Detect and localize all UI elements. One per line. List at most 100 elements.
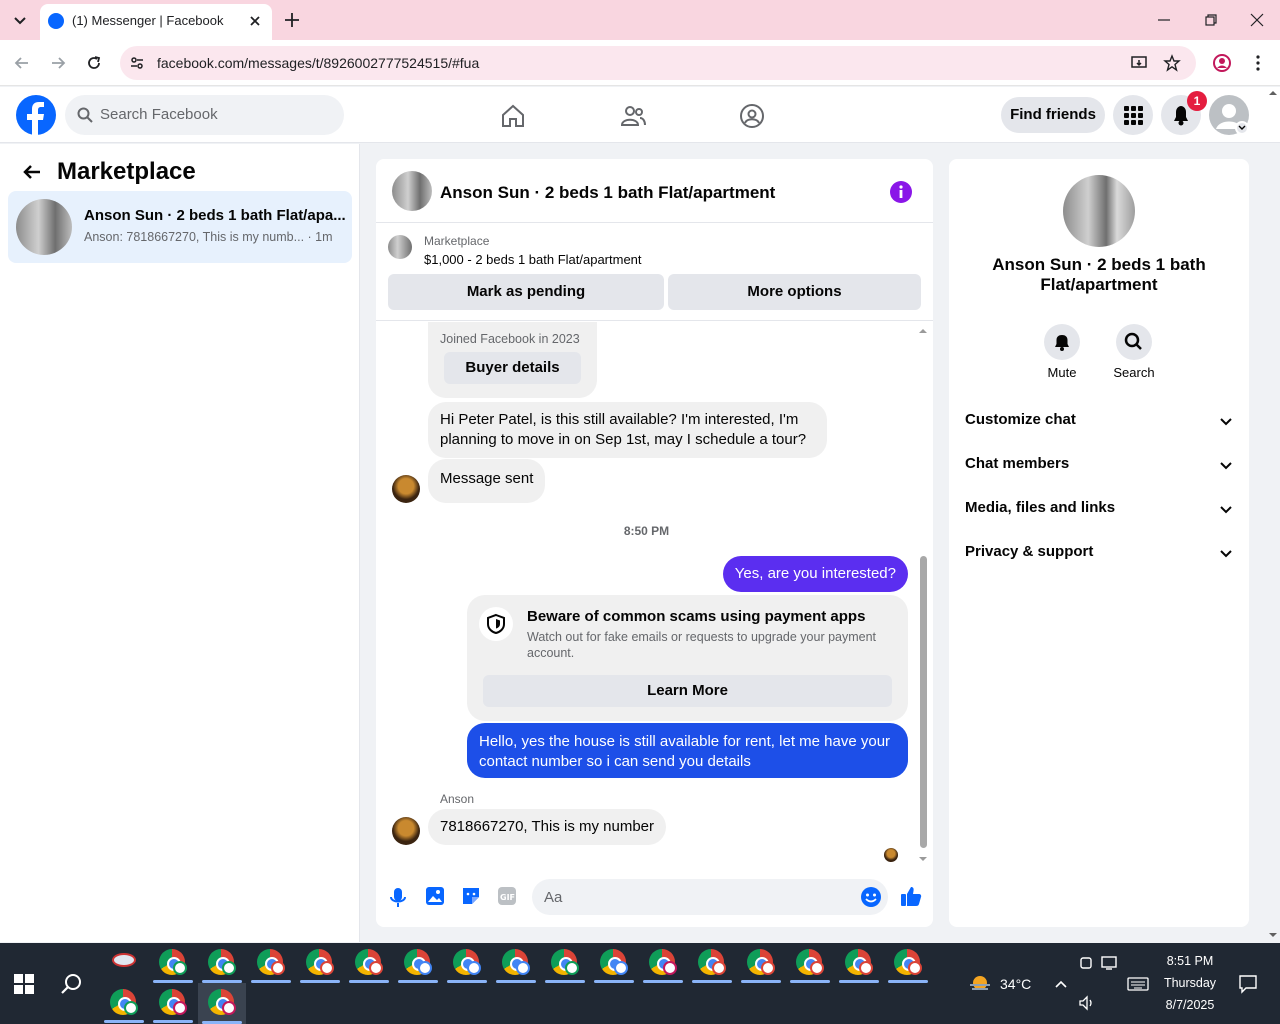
chat-members-section[interactable]: Chat members: [965, 455, 1233, 479]
customize-chat-section[interactable]: Customize chat: [965, 411, 1233, 435]
thumbs-up-icon[interactable]: [900, 885, 922, 907]
tab-search-chevron-icon[interactable]: [8, 8, 32, 32]
microphone-icon[interactable]: [388, 885, 408, 909]
message-bubble[interactable]: 7818667270, This is my number: [428, 809, 667, 845]
chrome-taskbar-icon[interactable]: [837, 945, 881, 983]
chevron-up-icon[interactable]: [1053, 976, 1069, 992]
info-icon[interactable]: [890, 181, 912, 203]
chrome-taskbar-icon[interactable]: [543, 945, 587, 983]
minimize-icon[interactable]: [1156, 12, 1172, 28]
address-bar[interactable]: facebook.com/messages/t/8926002777524515…: [120, 46, 1196, 80]
chrome-taskbar-icon[interactable]: [886, 945, 930, 983]
account-chevron-icon[interactable]: [1235, 121, 1249, 135]
bell-icon: [1055, 335, 1069, 351]
volume-icon[interactable]: [1078, 995, 1096, 1011]
sent-message-bubble[interactable]: Hello, yes the house is still available …: [467, 723, 908, 778]
chrome-taskbar-icon[interactable]: [200, 945, 244, 983]
sender-avatar[interactable]: [392, 475, 420, 503]
site-settings-icon[interactable]: [128, 54, 146, 72]
chrome-taskbar-icon[interactable]: [494, 945, 538, 983]
browser-menu-icon[interactable]: [1248, 53, 1268, 73]
chrome-taskbar-icon[interactable]: [739, 945, 783, 983]
scrollbar-thumb[interactable]: [920, 556, 927, 848]
search-icon[interactable]: [60, 972, 84, 996]
message-bubble[interactable]: Message sent: [428, 459, 546, 503]
message-input[interactable]: Aa: [532, 879, 888, 915]
chrome-taskbar-icon-active[interactable]: [198, 983, 246, 1024]
search-icon: [1124, 332, 1142, 350]
facebook-logo-icon[interactable]: [16, 95, 56, 135]
clock-day[interactable]: Thursday: [1150, 976, 1230, 990]
chevron-down-icon: [1220, 462, 1232, 470]
mute-button[interactable]: [1044, 324, 1080, 360]
chrome-taskbar-icon[interactable]: [396, 945, 440, 983]
search-in-chat-button[interactable]: [1116, 324, 1152, 360]
profile-icon[interactable]: [1212, 53, 1232, 73]
chrome-taskbar-icon[interactable]: [151, 945, 195, 983]
install-app-icon[interactable]: [1130, 54, 1148, 72]
windows-start-icon[interactable]: [14, 974, 34, 994]
photo-icon[interactable]: [424, 885, 446, 907]
bookmark-star-icon[interactable]: [1163, 54, 1181, 72]
clock-time[interactable]: 8:51 PM: [1150, 954, 1230, 968]
privacy-support-section[interactable]: Privacy & support: [965, 543, 1233, 567]
find-friends-button[interactable]: Find friends: [1001, 97, 1105, 133]
browser-tab[interactable]: (1) Messenger | Facebook: [40, 4, 272, 40]
reload-icon[interactable]: [84, 53, 104, 73]
more-options-button[interactable]: More options: [668, 274, 921, 310]
restore-icon[interactable]: [1203, 12, 1219, 28]
sender-avatar[interactable]: [392, 817, 420, 845]
chrome-taskbar-icon[interactable]: [249, 945, 293, 983]
buyer-details-button[interactable]: Buyer details: [444, 352, 581, 384]
page-scrollbar[interactable]: [1266, 88, 1280, 942]
facebook-search[interactable]: Search Facebook: [65, 95, 344, 135]
weather-icon[interactable]: [968, 973, 992, 993]
groups-icon[interactable]: [739, 103, 765, 129]
chrome-taskbar-icon[interactable]: [151, 985, 195, 1023]
conversation-item[interactable]: Anson Sun · 2 beds 1 bath Flat/apa... An…: [8, 191, 352, 263]
listing-summary[interactable]: $1,000 - 2 beds 1 bath Flat/apartment: [424, 252, 642, 267]
chrome-taskbar-icon[interactable]: [690, 945, 734, 983]
chrome-taskbar-icon[interactable]: [347, 945, 391, 983]
chrome-taskbar-icon[interactable]: [592, 945, 636, 983]
chat-avatar[interactable]: [392, 171, 432, 211]
sticker-icon[interactable]: [460, 885, 482, 907]
close-tab-icon[interactable]: [246, 12, 264, 30]
listing-thumbnail[interactable]: [388, 235, 412, 259]
sent-message-bubble[interactable]: Yes, are you interested?: [722, 556, 908, 592]
forward-arrow-icon[interactable]: [48, 53, 68, 73]
section-label: Customize chat: [965, 411, 1076, 428]
close-window-icon[interactable]: [1249, 12, 1265, 28]
notification-center-icon[interactable]: [1238, 974, 1258, 994]
message-bubble[interactable]: Hi Peter Patel, is this still available?…: [428, 402, 827, 458]
scroll-down-icon: [919, 857, 927, 861]
media-files-links-section[interactable]: Media, files and links: [965, 499, 1233, 523]
chrome-taskbar-icon[interactable]: [102, 985, 146, 1023]
learn-more-button[interactable]: Learn More: [483, 675, 892, 707]
grid-icon: [1124, 106, 1143, 125]
friends-icon[interactable]: [620, 103, 646, 129]
account-avatar[interactable]: [1209, 95, 1249, 135]
emoji-icon[interactable]: [860, 886, 882, 908]
mark-as-pending-button[interactable]: Mark as pending: [388, 274, 664, 310]
chrome-taskbar-icon[interactable]: [298, 945, 342, 983]
back-arrow-icon[interactable]: [20, 160, 44, 184]
chrome-taskbar-icon[interactable]: [445, 945, 489, 983]
windows-taskbar: 34°C 8:51 PM Thursday 8/7/2025: [0, 943, 1280, 1024]
chrome-taskbar-icon[interactable]: [641, 945, 685, 983]
new-tab-icon[interactable]: [282, 10, 302, 30]
menu-grid-button[interactable]: [1113, 95, 1153, 135]
meet-now-icon[interactable]: [1078, 955, 1094, 971]
clock-date[interactable]: 8/7/2025: [1150, 998, 1230, 1012]
home-icon[interactable]: [500, 103, 526, 129]
notifications-button[interactable]: 1: [1161, 91, 1207, 135]
chrome-taskbar-icon[interactable]: [788, 945, 832, 983]
keyboard-icon[interactable]: [1127, 976, 1149, 992]
network-icon[interactable]: [1101, 955, 1119, 971]
back-arrow-icon[interactable]: [12, 53, 32, 73]
taskbar-app-icon[interactable]: [102, 945, 146, 983]
chat-title[interactable]: Anson Sun · 2 beds 1 bath Flat/apartment: [440, 183, 775, 203]
message-scrollbar[interactable]: [917, 326, 929, 863]
gif-icon[interactable]: GIF: [496, 885, 518, 907]
listing-profile-photo[interactable]: [1063, 175, 1135, 247]
